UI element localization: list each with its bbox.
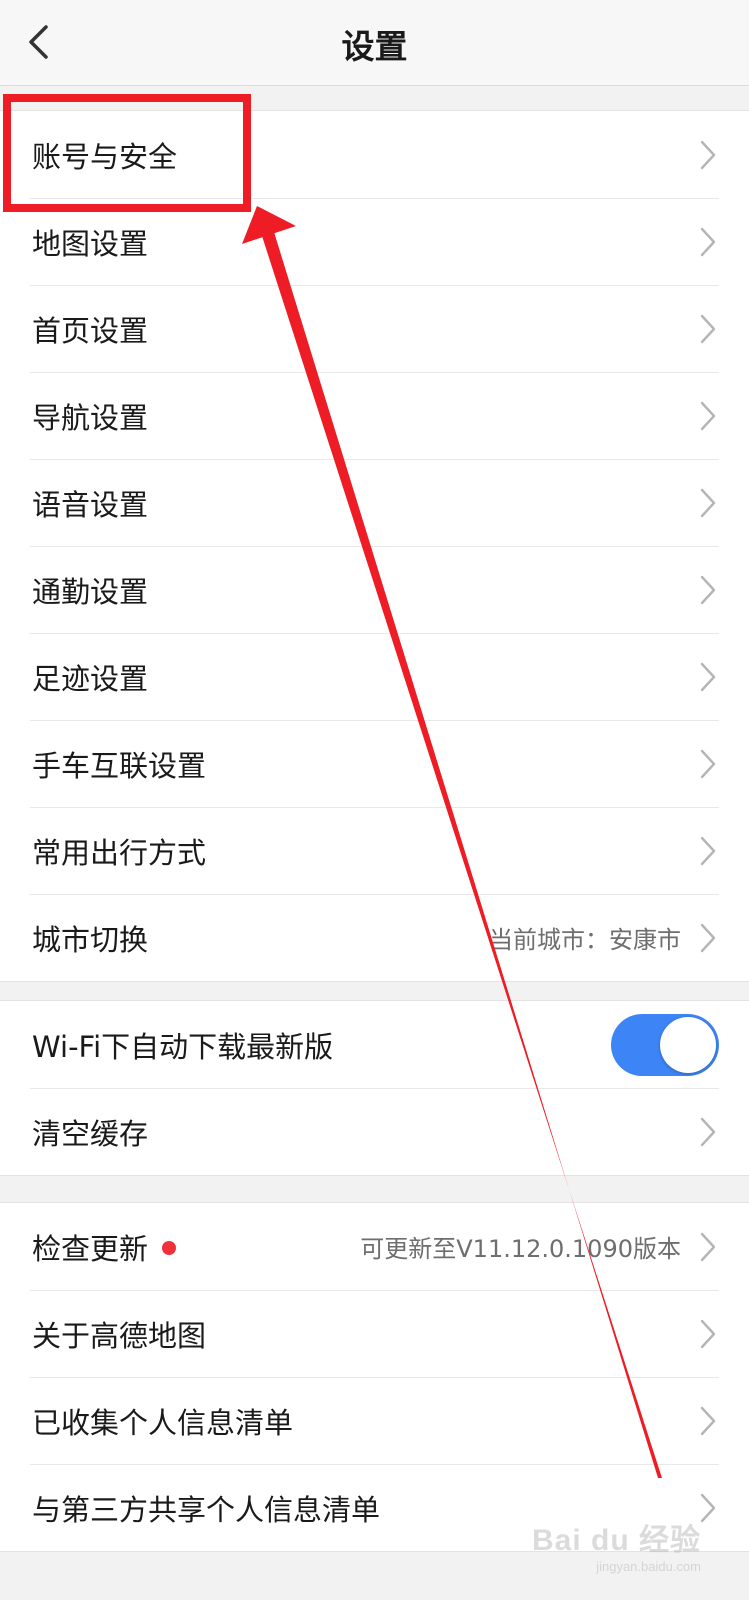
chevron-right-icon bbox=[697, 486, 719, 520]
toggle-knob bbox=[660, 1016, 716, 1073]
watermark-url: jingyan.baidu.com bbox=[596, 1559, 701, 1574]
settings-item-commute-settings[interactable]: 通勤设置 bbox=[0, 546, 749, 633]
settings-item-home-settings[interactable]: 首页设置 bbox=[0, 285, 749, 372]
chevron-right-icon bbox=[697, 1317, 719, 1351]
update-badge-dot bbox=[162, 1240, 177, 1255]
wifi-auto-download-label: Wi-Fi下自动下载最新版 bbox=[32, 1029, 334, 1064]
nav-bar: 设置 bbox=[0, 0, 749, 86]
chevron-right-icon bbox=[697, 1115, 719, 1149]
settings-item-navigation-settings[interactable]: 导航设置 bbox=[0, 372, 749, 459]
settings-item-phone-car-settings[interactable]: 手车互联设置 bbox=[0, 720, 749, 807]
chevron-right-icon bbox=[697, 1404, 719, 1438]
settings-item-footprint-settings[interactable]: 足迹设置 bbox=[0, 633, 749, 720]
chevron-right-icon bbox=[697, 921, 719, 955]
settings-item-label: 关于高德地图 bbox=[32, 1318, 207, 1353]
settings-item-collected-info[interactable]: 已收集个人信息清单 bbox=[0, 1377, 749, 1464]
settings-item-city-switch[interactable]: 城市切换 当前城市：安康市 bbox=[0, 894, 749, 981]
settings-item-account-security[interactable]: 账号与安全 bbox=[0, 111, 749, 198]
watermark-logo: Bai du 经验 bbox=[531, 1524, 701, 1557]
settings-item-voice-settings[interactable]: 语音设置 bbox=[0, 459, 749, 546]
chevron-right-icon bbox=[697, 1230, 719, 1264]
settings-item-label: 与第三方共享个人信息清单 bbox=[32, 1492, 381, 1527]
chevron-right-icon bbox=[697, 747, 719, 781]
settings-item-label: 语音设置 bbox=[32, 487, 149, 522]
clear-cache-label: 清空缓存 bbox=[32, 1116, 149, 1151]
chevron-right-icon bbox=[697, 399, 719, 433]
settings-group-storage: Wi-Fi下自动下载最新版 清空缓存 bbox=[0, 1000, 749, 1176]
settings-item-label: 地图设置 bbox=[32, 226, 149, 261]
chevron-right-icon bbox=[697, 225, 719, 259]
clear-cache-row[interactable]: 清空缓存 bbox=[0, 1088, 749, 1175]
chevron-right-icon bbox=[697, 573, 719, 607]
settings-item-label: 已收集个人信息清单 bbox=[32, 1405, 294, 1440]
settings-item-value: 可更新至V11.12.0.1090版本 bbox=[360, 1235, 681, 1263]
settings-item-label: 足迹设置 bbox=[32, 661, 149, 696]
settings-item-label: 通勤设置 bbox=[32, 574, 149, 609]
chevron-right-icon bbox=[697, 312, 719, 346]
settings-item-map-settings[interactable]: 地图设置 bbox=[0, 198, 749, 285]
wifi-auto-download-row: Wi-Fi下自动下载最新版 bbox=[0, 1001, 749, 1088]
settings-group-main: 账号与安全地图设置首页设置导航设置语音设置通勤设置足迹设置手车互联设置 常用出行方… bbox=[0, 110, 749, 982]
wifi-auto-download-toggle[interactable] bbox=[611, 1013, 719, 1076]
settings-item-label: 账号与安全 bbox=[32, 139, 178, 174]
chevron-right-icon bbox=[697, 138, 719, 172]
settings-item-label: 检查更新 bbox=[32, 1231, 149, 1266]
watermark: Bai du 经验 jingyan.baidu.com bbox=[532, 1515, 701, 1574]
settings-item-label: 手车互联设置 bbox=[32, 748, 207, 783]
chevron-right-icon bbox=[697, 834, 719, 868]
settings-group-about: 检查更新 可更新至V11.12.0.1090版本关于高德地图已收集个人信息清单与第… bbox=[0, 1202, 749, 1552]
chevron-right-icon bbox=[697, 660, 719, 694]
settings-item-travel-mode[interactable]: 常用出行方式 bbox=[0, 807, 749, 894]
settings-item-label: 常用出行方式 bbox=[32, 835, 207, 870]
settings-item-label: 首页设置 bbox=[32, 313, 149, 348]
page-title: 设置 bbox=[341, 27, 408, 66]
settings-item-label: 导航设置 bbox=[32, 400, 149, 435]
settings-item-label: 城市切换 bbox=[32, 922, 149, 957]
settings-item-check-update[interactable]: 检查更新 可更新至V11.12.0.1090版本 bbox=[0, 1203, 749, 1290]
settings-item-value: 当前城市：安康市 bbox=[489, 926, 681, 954]
settings-item-about[interactable]: 关于高德地图 bbox=[0, 1290, 749, 1377]
